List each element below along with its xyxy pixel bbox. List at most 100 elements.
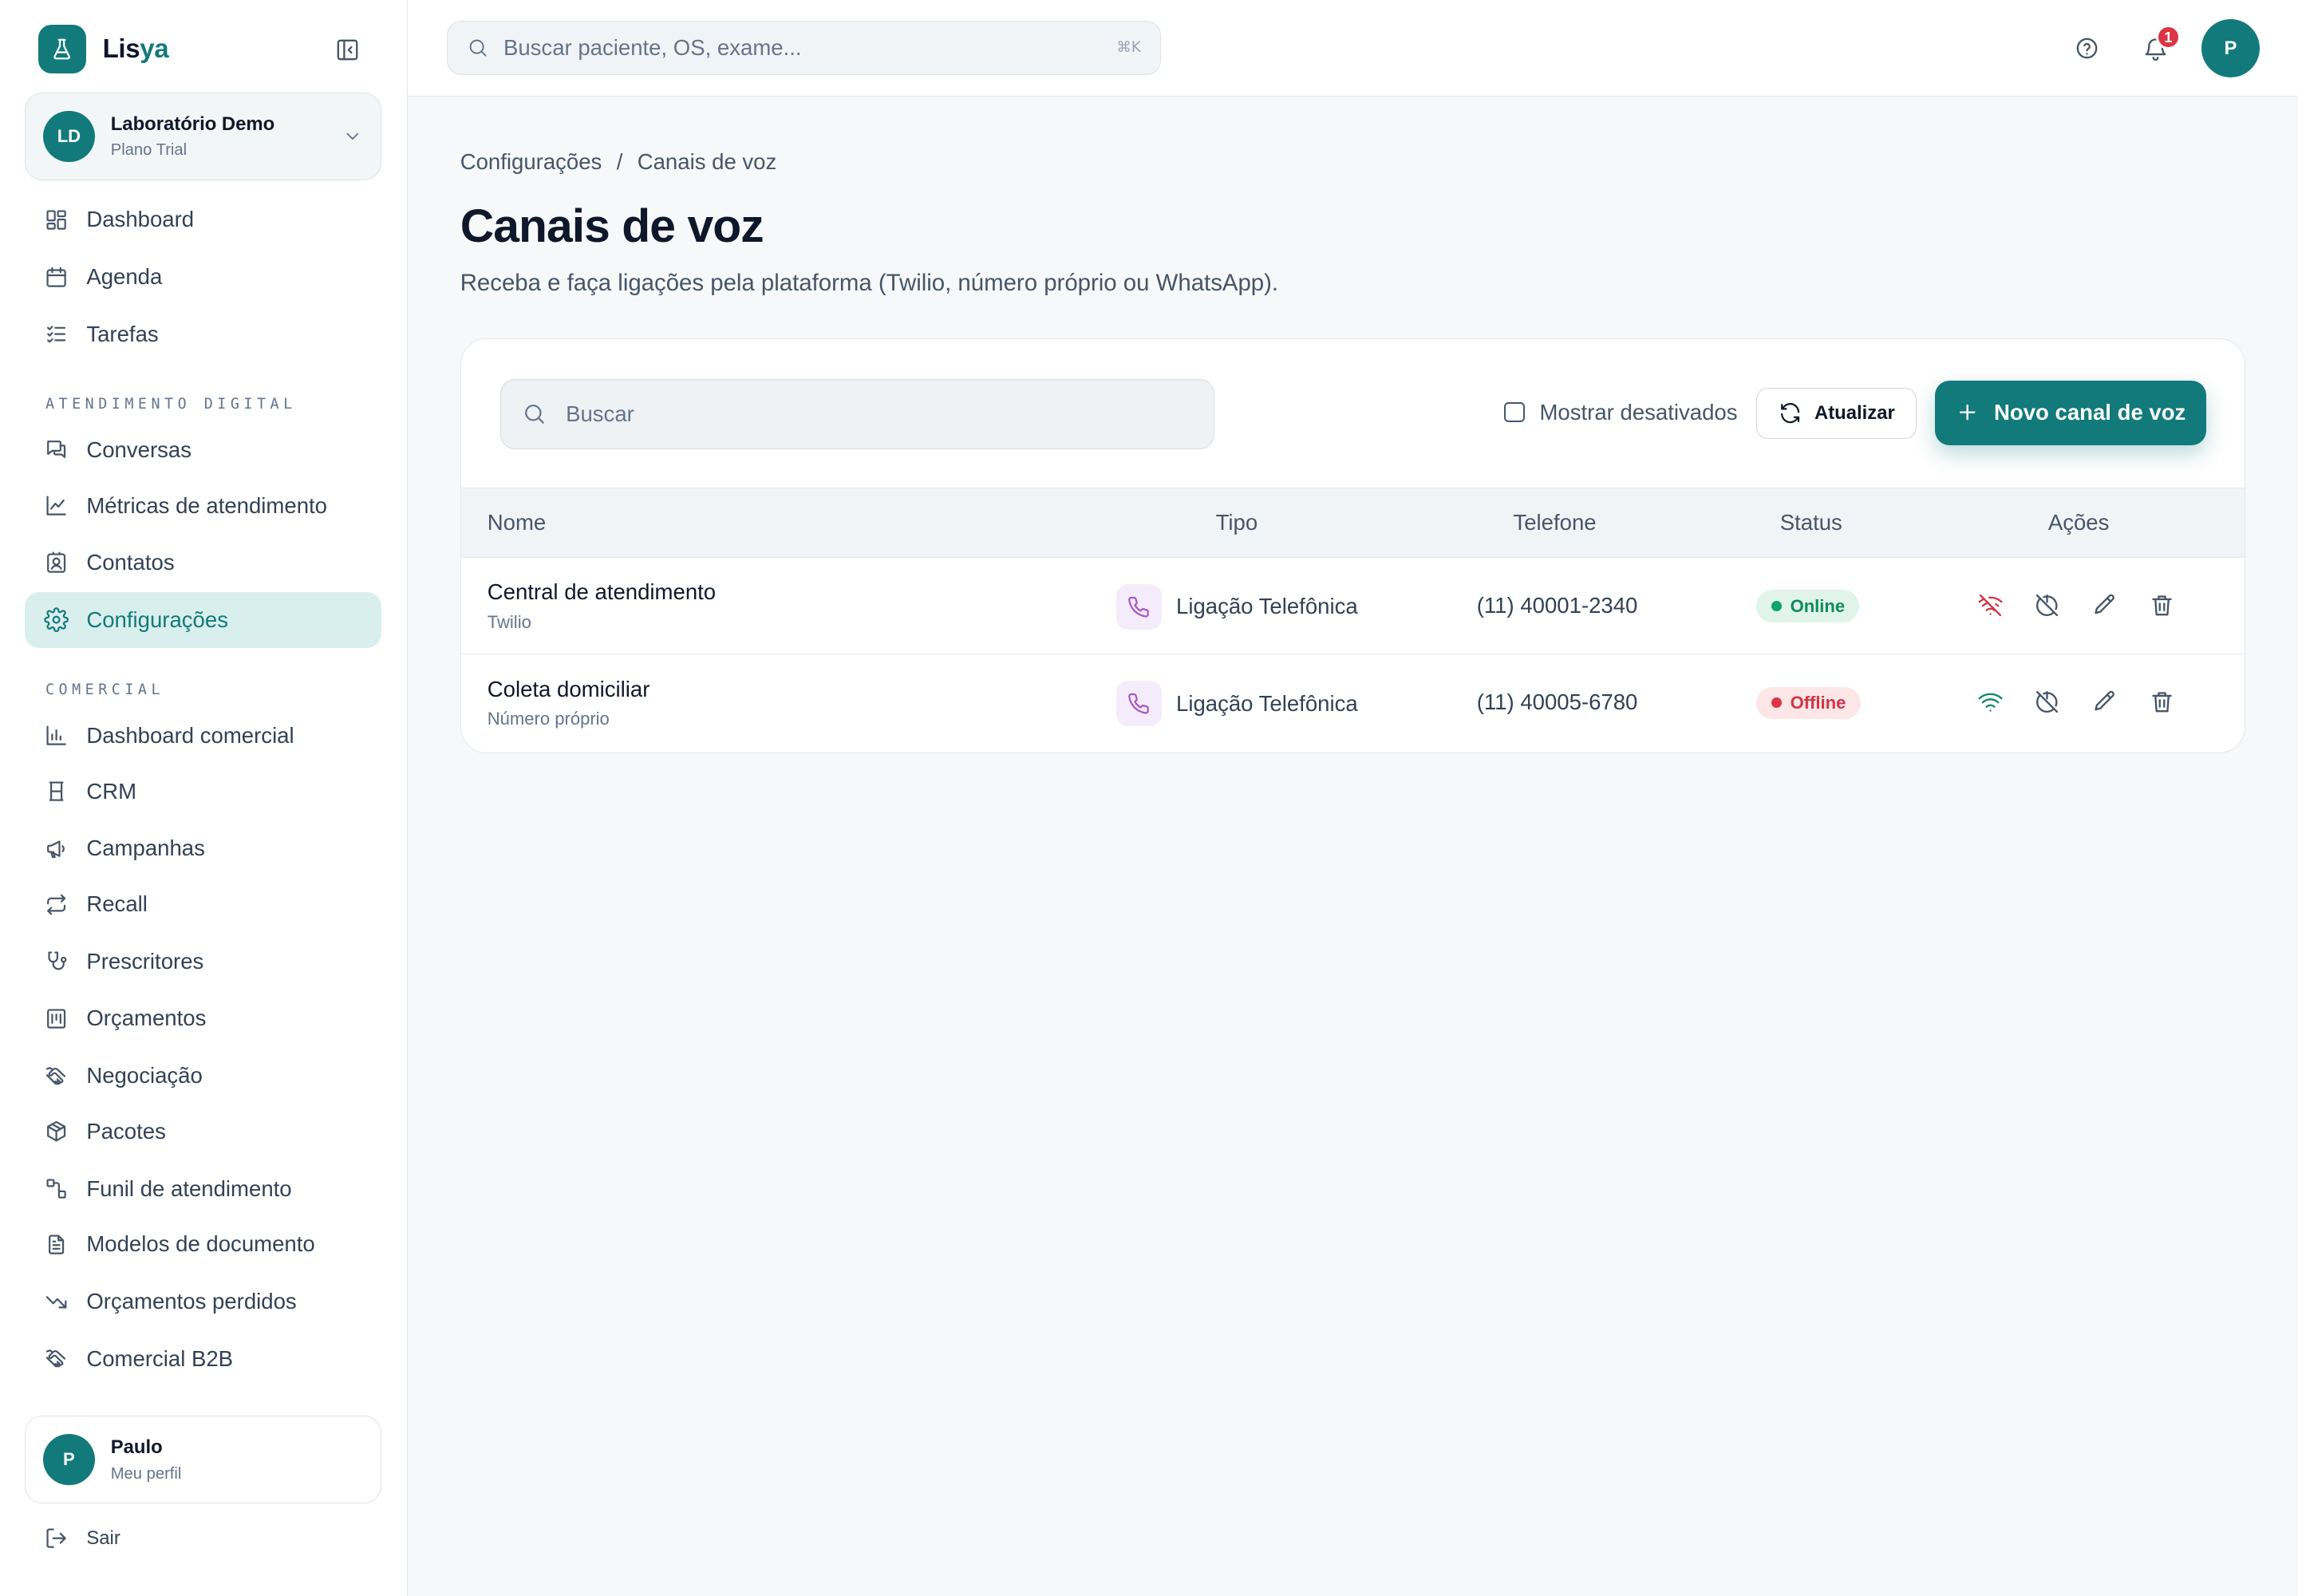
handshake-icon xyxy=(45,1349,66,1368)
sidebar-item-orcamentos[interactable]: Orçamentos xyxy=(25,991,381,1047)
sidebar: Lisya LD Laboratório Demo Plano Trial Da… xyxy=(0,0,408,1596)
channel-phone: (11) 40005-6780 xyxy=(1476,689,1638,715)
row-actions xyxy=(1976,688,2176,716)
channel-phone: (11) 40001-2340 xyxy=(1476,593,1638,618)
brand-name: Lisya xyxy=(102,34,169,64)
sidebar-item-configuracoes[interactable]: Configurações xyxy=(25,592,381,648)
global-search-input[interactable] xyxy=(503,34,1117,61)
user-name: Paulo xyxy=(110,1436,163,1459)
sidebar-item-contatos[interactable]: Contatos xyxy=(25,535,381,591)
table-header: Nome Tipo Telefone Status Ações xyxy=(460,487,2245,558)
channel-provider: Twilio xyxy=(487,611,531,632)
logout-button[interactable]: Sair xyxy=(44,1526,120,1551)
organization-name: Laboratório Demo xyxy=(110,113,275,135)
edit-icon[interactable] xyxy=(2091,591,2118,619)
wifi-icon[interactable] xyxy=(1976,688,2004,716)
show-disabled-checkbox[interactable] xyxy=(1504,401,1526,423)
calendar-icon xyxy=(46,267,66,287)
sidebar-item-funil[interactable]: Funil de atendimento xyxy=(25,1161,381,1217)
page-title: Canais de voz xyxy=(460,200,764,252)
brand[interactable]: Lisya xyxy=(38,25,169,73)
breadcrumb-separator: / xyxy=(616,149,623,175)
sidebar-item-recall[interactable]: Recall xyxy=(25,876,381,932)
column-header-type[interactable]: Tipo xyxy=(1216,510,1258,535)
stethoscope-icon xyxy=(48,951,67,970)
megaphone-icon xyxy=(47,840,65,858)
sidebar-item-modelos[interactable]: Modelos de documento xyxy=(25,1216,381,1272)
channel-search[interactable] xyxy=(500,378,1214,449)
table-row[interactable]: Coleta domiciliar Número próprio Ligação… xyxy=(461,654,2245,751)
disable-icon[interactable] xyxy=(2033,591,2061,619)
notification-badge: 1 xyxy=(2155,25,2181,50)
sidebar-item-crm[interactable]: CRM xyxy=(25,764,381,820)
delete-icon[interactable] xyxy=(2148,688,2176,716)
phone-icon xyxy=(1115,583,1162,630)
trending-down-icon xyxy=(45,1296,67,1309)
status-badge: Offline xyxy=(1756,686,1861,719)
refresh-icon xyxy=(1781,403,1800,424)
chat-icon xyxy=(47,440,66,459)
column-header-status[interactable]: Status xyxy=(1780,510,1842,535)
sidebar-item-metricas[interactable]: Métricas de atendimento xyxy=(25,478,381,534)
column-header-name[interactable]: Nome xyxy=(488,510,546,535)
breadcrumb: Configurações / Canais de voz xyxy=(460,149,777,175)
wifi-off-icon[interactable] xyxy=(1976,591,2004,619)
global-search[interactable]: ⌘K xyxy=(447,20,1161,75)
sidebar-item-comercial-b2b[interactable]: Comercial B2B xyxy=(25,1331,381,1387)
sidebar-item-tarefas[interactable]: Tarefas xyxy=(25,306,381,362)
dashboard-icon xyxy=(46,210,66,230)
edit-icon[interactable] xyxy=(2091,688,2118,716)
handshake-icon xyxy=(45,1066,66,1084)
disable-icon[interactable] xyxy=(2033,688,2061,716)
package-icon xyxy=(47,1121,66,1142)
show-disabled-toggle[interactable]: Mostrar desativados xyxy=(1504,400,1738,425)
refresh-button[interactable]: Atualizar xyxy=(1756,387,1917,440)
column-header-phone[interactable]: Telefone xyxy=(1513,510,1596,535)
section-label-digital: ATENDIMENTO DIGITAL xyxy=(45,395,297,413)
collapse-sidebar-icon[interactable] xyxy=(331,34,363,65)
sidebar-item-dashboard[interactable]: Dashboard xyxy=(25,192,381,248)
organization-switcher[interactable]: LD Laboratório Demo Plano Trial xyxy=(25,92,381,180)
avatar: P xyxy=(43,1434,95,1486)
column-header-actions: Ações xyxy=(2047,510,2110,535)
logout-icon xyxy=(46,1528,66,1548)
breadcrumb-parent[interactable]: Configurações xyxy=(460,149,602,175)
topbar: ⌘K 1 P xyxy=(407,0,2298,97)
new-voice-channel-button[interactable]: Novo canal de voz xyxy=(1935,380,2207,445)
plus-icon xyxy=(1960,405,1976,421)
status-dot xyxy=(1771,601,1782,611)
voice-channels-panel: Mostrar desativados Atualizar Novo canal… xyxy=(460,338,2245,754)
flask-icon xyxy=(38,25,87,73)
funnel-icon xyxy=(46,1179,66,1199)
sidebar-item-campanhas[interactable]: Campanhas xyxy=(25,821,381,877)
notifications-button[interactable]: 1 xyxy=(2140,25,2181,64)
sidebar-item-dashboard-comercial[interactable]: Dashboard comercial xyxy=(25,708,381,764)
sidebar-item-agenda[interactable]: Agenda xyxy=(25,249,381,305)
status-badge: Online xyxy=(1756,590,1860,622)
table-row[interactable]: Central de atendimento Twilio Ligação Te… xyxy=(460,558,2245,655)
sidebar-item-orcamentos-perdidos[interactable]: Orçamentos perdidos xyxy=(25,1274,381,1329)
search-shortcut: ⌘K xyxy=(1116,39,1141,57)
channel-name: Central de atendimento xyxy=(487,579,717,605)
main-content: ⌘K 1 P Configurações / Canais de voz Can… xyxy=(407,0,2298,1596)
avatar[interactable]: P xyxy=(2201,18,2260,78)
crm-icon xyxy=(49,781,64,801)
user-profile-card[interactable]: P Paulo Meu perfil xyxy=(25,1416,381,1504)
search-icon xyxy=(469,39,487,57)
section-label-comercial: COMERCIAL xyxy=(45,681,165,699)
channel-provider: Número próprio xyxy=(487,709,610,729)
breadcrumb-current: Canais de voz xyxy=(637,149,777,175)
user-subtitle: Meu perfil xyxy=(110,1464,182,1483)
bar-chart-icon xyxy=(46,725,66,746)
channel-search-input[interactable] xyxy=(566,401,1194,427)
chevron-down-icon xyxy=(342,126,363,147)
delete-icon[interactable] xyxy=(2148,591,2176,619)
sidebar-item-prescritores[interactable]: Prescritores xyxy=(25,934,381,990)
phone-icon xyxy=(1115,681,1162,727)
sidebar-item-conversas[interactable]: Conversas xyxy=(25,422,381,478)
sidebar-item-negociacao[interactable]: Negociação xyxy=(25,1048,381,1104)
channel-type: Ligação Telefônica xyxy=(1115,681,1358,727)
sidebar-item-pacotes[interactable]: Pacotes xyxy=(25,1104,381,1159)
help-icon[interactable] xyxy=(2071,32,2103,64)
arrows-icon xyxy=(47,894,66,915)
